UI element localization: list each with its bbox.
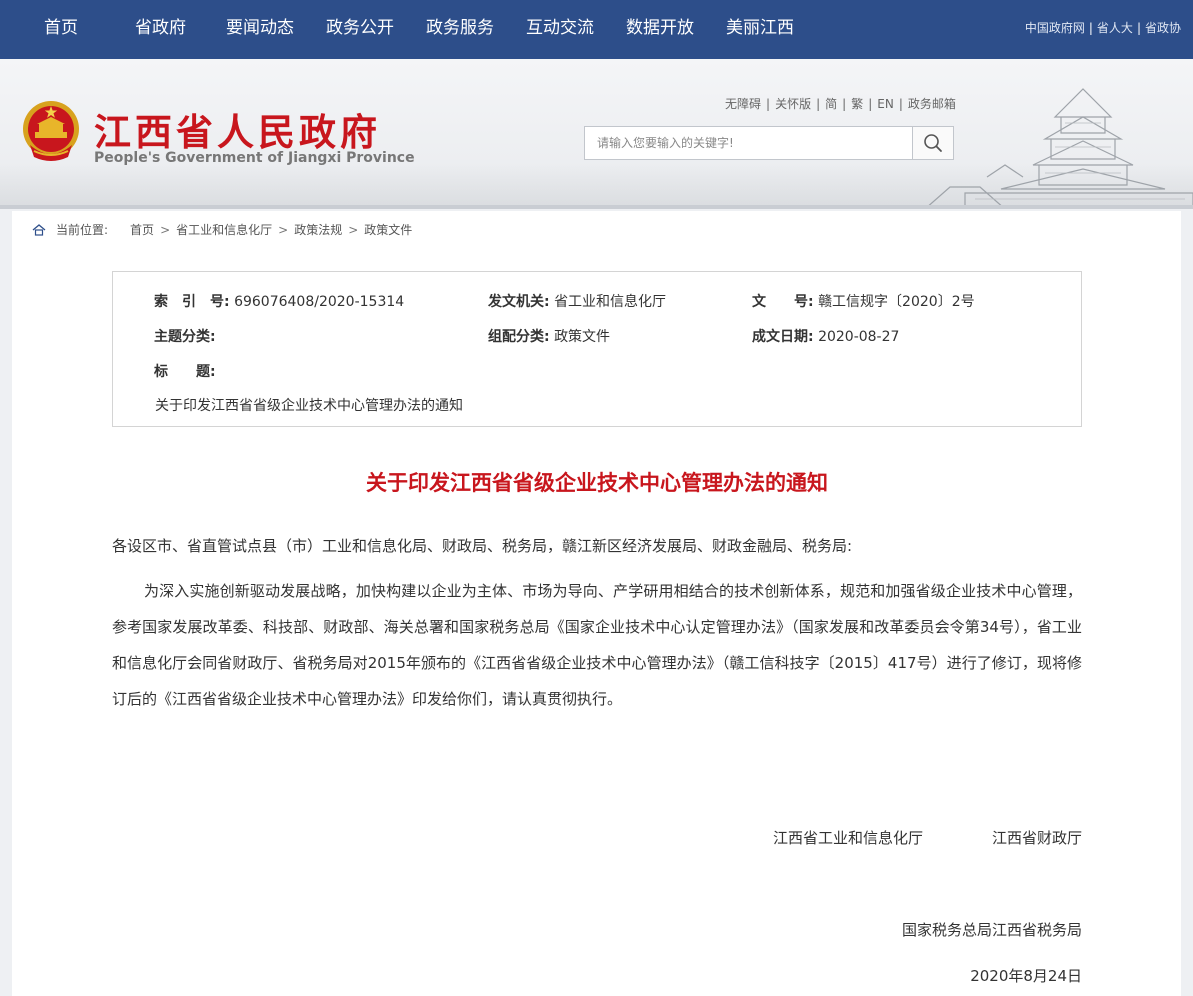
info-category: 组配分类: 政策文件 [488, 326, 610, 346]
tengwang-pavilion-illustration [924, 88, 1193, 209]
top-nav-bar: 首页 省政府 要闻动态 政务公开 政务服务 互动交流 数据开放 美丽江西 中国政… [0, 0, 1193, 59]
site-subtitle: People's Government of Jiangxi Province [94, 150, 415, 166]
document-title: 关于印发江西省省级企业技术中心管理办法的通知 [366, 471, 828, 495]
signer-industry-department: 江西省工业和信息化厅 [773, 829, 924, 847]
info-label: 文 号: [752, 294, 814, 310]
breadcrumb-label: 当前位置: [56, 223, 109, 237]
separator: | [1136, 21, 1141, 35]
top-links: 中国政府网 | 省人大 | 省政协 [1025, 19, 1181, 36]
info-label: 主题分类: [154, 329, 216, 345]
home-icon [32, 223, 46, 236]
nav-item-interaction[interactable]: 互动交流 [526, 0, 594, 59]
nav-item-open-data[interactable]: 数据开放 [626, 0, 694, 59]
link-simplified-chinese[interactable]: 简 [825, 97, 837, 111]
document-salutation: 各设区市、省直管试点县（市）工业和信息化局、财政局、税务局，赣江新区经济发展局、… [112, 537, 853, 555]
info-topic: 主题分类: [154, 326, 216, 346]
document-date: 2020年8月24日 [970, 967, 1082, 985]
separator: | [898, 97, 903, 111]
nav-item-provincial-government[interactable]: 省政府 [135, 0, 186, 59]
info-value: 696076408/2020-15314 [234, 294, 405, 310]
info-value: 省工业和信息化厅 [554, 294, 667, 310]
separator: | [842, 97, 847, 111]
breadcrumb: 当前位置: 首页 > 省工业和信息化厅 > 政策法规 > 政策文件 [32, 221, 412, 238]
nav-item-government-affairs-disclosure[interactable]: 政务公开 [326, 0, 394, 59]
breadcrumb-home[interactable]: 首页 [130, 221, 154, 238]
link-care-mode[interactable]: 关怀版 [775, 97, 811, 111]
separator: | [868, 97, 873, 111]
link-china-gov[interactable]: 中国政府网 [1025, 21, 1085, 35]
site-title[interactable]: 江西省人民政府 [94, 102, 381, 156]
nav-item-home[interactable]: 首页 [44, 0, 78, 59]
info-issuer: 发文机关: 省工业和信息化厅 [488, 291, 666, 311]
info-label: 标 题: [154, 364, 216, 380]
separator: | [1088, 21, 1093, 35]
nav-item-beautiful-jiangxi[interactable]: 美丽江西 [726, 0, 794, 59]
info-label: 索 引 号: [154, 294, 230, 310]
link-provincial-cppcc[interactable]: 省政协 [1145, 21, 1181, 35]
info-label: 组配分类: [488, 329, 550, 345]
link-accessibility[interactable]: 无障碍 [725, 97, 761, 111]
signer-tax-bureau: 国家税务总局江西省税务局 [901, 921, 1082, 939]
search-box [584, 126, 954, 160]
document-body-paragraph: 为深入实施创新驱动发展战略，加快构建以企业为主体、市场为导向、产学研用相结合的技… [112, 582, 1082, 708]
info-date: 成文日期: 2020-08-27 [752, 326, 899, 346]
breadcrumb-separator: > [348, 222, 359, 237]
nav-item-government-services[interactable]: 政务服务 [426, 0, 494, 59]
info-value: 赣工信规字〔2020〕2号 [818, 294, 975, 310]
info-title-value: 关于印发江西省省级企业技术中心管理办法的通知 [155, 395, 463, 415]
national-emblem-icon [23, 101, 79, 161]
signer-finance-department: 江西省财政厅 [991, 829, 1082, 847]
document-info-box: 索 引 号: 696076408/2020-15314 发文机关: 省工业和信息… [112, 271, 1082, 427]
info-value: 2020-08-27 [818, 329, 900, 345]
main-content: 当前位置: 首页 > 省工业和信息化厅 > 政策法规 > 政策文件 索 引 号:… [12, 211, 1181, 996]
header-bottom-line [0, 205, 1193, 209]
info-value: 政策文件 [554, 329, 611, 345]
link-english[interactable]: EN [877, 97, 894, 111]
separator: | [816, 97, 821, 111]
separator: | [766, 97, 771, 111]
info-value: 关于印发江西省省级企业技术中心管理办法的通知 [155, 398, 463, 414]
breadcrumb-policy-documents[interactable]: 政策文件 [364, 221, 412, 238]
breadcrumb-separator: > [160, 222, 171, 237]
breadcrumb-separator: > [278, 222, 289, 237]
search-input[interactable] [585, 127, 912, 159]
nav-item-news[interactable]: 要闻动态 [226, 0, 294, 59]
info-index-number: 索 引 号: 696076408/2020-15314 [154, 291, 404, 311]
info-document-number: 文 号: 赣工信规字〔2020〕2号 [752, 291, 975, 311]
info-label: 发文机关: [488, 294, 550, 310]
site-header: 江西省人民政府 People's Government of Jiangxi P… [0, 59, 1193, 209]
link-provincial-congress[interactable]: 省人大 [1097, 21, 1133, 35]
breadcrumb-policy[interactable]: 政策法规 [294, 221, 342, 238]
info-title-label: 标 题: [154, 361, 216, 381]
link-traditional-chinese[interactable]: 繁 [851, 97, 863, 111]
info-label: 成文日期: [752, 329, 814, 345]
breadcrumb-department[interactable]: 省工业和信息化厅 [176, 221, 272, 238]
